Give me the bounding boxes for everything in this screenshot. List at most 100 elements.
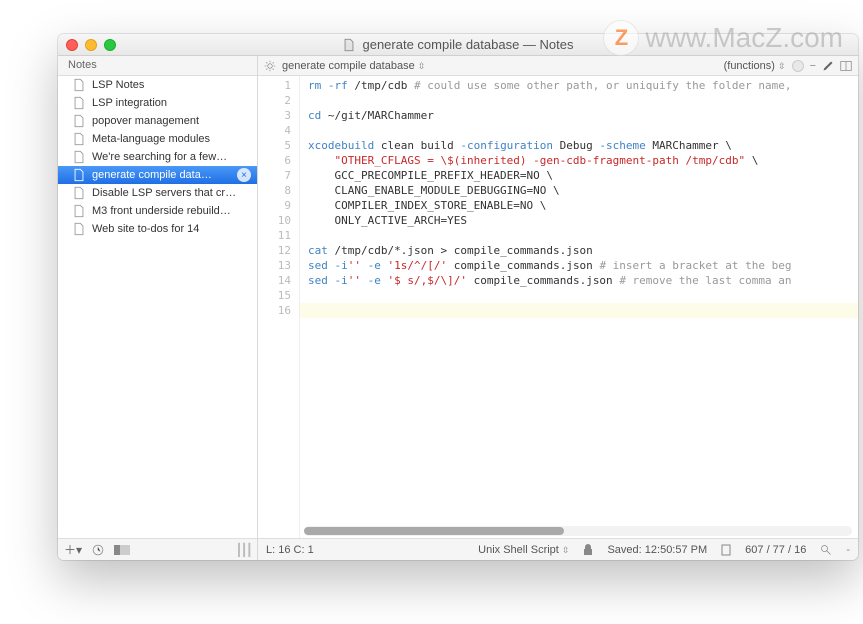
- code-line[interactable]: sed -i'' -e '1s/^/[/' compile_commands.j…: [308, 258, 850, 273]
- path-crumb[interactable]: generate compile database ⇳: [282, 60, 425, 72]
- line-number[interactable]: 10: [258, 213, 291, 228]
- sidebar-item[interactable]: Web site to-dos for 14: [58, 220, 257, 238]
- code-line[interactable]: GCC_PRECOMPILE_PREFIX_HEADER=NO \: [308, 168, 850, 183]
- code-line[interactable]: [308, 288, 850, 303]
- sidebar-item[interactable]: We're searching for a few…: [58, 148, 257, 166]
- sidebar-item[interactable]: Disable LSP servers that cr…: [58, 184, 257, 202]
- sidebar-item[interactable]: M3 front underside rebuild…: [58, 202, 257, 220]
- code-line[interactable]: cat /tmp/cdb/*.json > compile_commands.j…: [308, 243, 850, 258]
- code-line[interactable]: rm -rf /tmp/cdb # could use some other p…: [308, 78, 850, 93]
- code-line[interactable]: cd ~/git/MARChammer: [308, 108, 850, 123]
- sidebar-item-label: We're searching for a few…: [92, 151, 251, 163]
- file-icon: [72, 186, 86, 200]
- code-line[interactable]: [308, 228, 850, 243]
- sidebar-item-label: M3 front underside rebuild…: [92, 205, 251, 217]
- line-number[interactable]: 14: [258, 273, 291, 288]
- sidebar-item-label: Disable LSP servers that cr…: [92, 187, 251, 199]
- view-mode-icon[interactable]: [114, 545, 130, 555]
- code-line[interactable]: [308, 93, 850, 108]
- code-line[interactable]: xcodebuild clean build -configuration De…: [308, 138, 850, 153]
- sidebar-item[interactable]: LSP Notes: [58, 76, 257, 94]
- app-window: generate compile database — Notes Notes …: [58, 34, 858, 560]
- statusbar: L: 16 C: 1 Unix Shell Script ⇳ Saved: 12…: [258, 538, 858, 560]
- sidebar-item[interactable]: generate compile data… ×: [58, 166, 257, 184]
- line-number[interactable]: 5: [258, 138, 291, 153]
- line-number[interactable]: 2: [258, 93, 291, 108]
- line-number[interactable]: 11: [258, 228, 291, 243]
- line-gutter[interactable]: 12345678910111213141516: [258, 76, 300, 538]
- history-icon[interactable]: [92, 544, 104, 556]
- line-number[interactable]: 8: [258, 183, 291, 198]
- sidebar-drag-handle[interactable]: ┃┃┃: [235, 543, 251, 557]
- content-area: Notes LSP Notes LSP integration popover ma…: [58, 56, 858, 560]
- gear-icon[interactable]: [264, 60, 276, 72]
- code-line[interactable]: ONLY_ACTIVE_ARCH=YES: [308, 213, 850, 228]
- sidebar: Notes LSP Notes LSP integration popover ma…: [58, 56, 258, 560]
- chevron-updown-icon: ⇳: [778, 62, 786, 71]
- saved-status: Saved: 12:50:57 PM: [607, 544, 707, 556]
- sidebar-item-label: Meta-language modules: [92, 133, 251, 145]
- sidebar-item[interactable]: LSP integration: [58, 94, 257, 112]
- line-number[interactable]: 7: [258, 168, 291, 183]
- file-icon: [72, 222, 86, 236]
- sidebar-item[interactable]: Meta-language modules: [58, 130, 257, 148]
- sidebar-item-label: generate compile data…: [92, 169, 231, 181]
- file-icon: [72, 150, 86, 164]
- sidebar-item[interactable]: popover management: [58, 112, 257, 130]
- split-view-icon[interactable]: [840, 60, 852, 72]
- line-number[interactable]: 9: [258, 198, 291, 213]
- sidebar-item-label: LSP Notes: [92, 79, 251, 91]
- sidebar-item-label: Web site to-dos for 14: [92, 223, 251, 235]
- code-area[interactable]: rm -rf /tmp/cdb # could use some other p…: [300, 76, 858, 538]
- search-dash: -: [846, 544, 850, 556]
- file-icon: [72, 78, 86, 92]
- file-icon: [72, 132, 86, 146]
- document-stats-icon[interactable]: [721, 544, 731, 556]
- line-number[interactable]: 16: [258, 303, 291, 318]
- horizontal-scrollbar[interactable]: [304, 526, 852, 536]
- chevron-updown-icon: ⇳: [562, 546, 570, 555]
- pencil-icon[interactable]: [822, 60, 834, 72]
- line-number[interactable]: 4: [258, 123, 291, 138]
- line-number[interactable]: 15: [258, 288, 291, 303]
- document-icon: [342, 38, 356, 52]
- z-logo-icon: Z: [603, 20, 639, 56]
- document-counts[interactable]: 607 / 77 / 16: [745, 544, 806, 556]
- code-line[interactable]: [308, 303, 850, 318]
- editor-panel: generate compile database ⇳ (functions) …: [258, 56, 858, 560]
- add-button[interactable]: ＋▾: [64, 541, 82, 558]
- file-icon: [72, 168, 86, 182]
- functions-popup[interactable]: (functions) ⇳: [724, 60, 786, 72]
- code-line[interactable]: COMPILER_INDEX_STORE_ENABLE=NO \: [308, 198, 850, 213]
- watermark-text: www.MacZ.com: [645, 22, 843, 54]
- line-number[interactable]: 1: [258, 78, 291, 93]
- line-number[interactable]: 13: [258, 258, 291, 273]
- sidebar-footer: ＋▾ ┃┃┃: [58, 538, 257, 560]
- cursor-position[interactable]: L: 16 C: 1: [266, 544, 314, 556]
- lock-icon[interactable]: [583, 544, 593, 556]
- sidebar-header: Notes: [58, 56, 257, 76]
- editor-body[interactable]: 12345678910111213141516 rm -rf /tmp/cdb …: [258, 76, 858, 538]
- line-number[interactable]: 3: [258, 108, 291, 123]
- line-number[interactable]: 6: [258, 153, 291, 168]
- language-popup[interactable]: Unix Shell Script ⇳: [478, 544, 569, 556]
- marker-dot[interactable]: [792, 60, 804, 72]
- file-icon: [72, 96, 86, 110]
- code-line[interactable]: "OTHER_CFLAGS = \$(inherited) -gen-cdb-f…: [308, 153, 850, 168]
- minus-button[interactable]: −: [810, 60, 816, 72]
- sidebar-list[interactable]: LSP Notes LSP integration popover manageme…: [58, 76, 257, 538]
- close-icon[interactable]: ×: [237, 168, 251, 182]
- code-line[interactable]: CLANG_ENABLE_MODULE_DEBUGGING=NO \: [308, 183, 850, 198]
- chevron-updown-icon: ⇳: [418, 62, 426, 71]
- line-number[interactable]: 12: [258, 243, 291, 258]
- search-icon[interactable]: [820, 544, 832, 556]
- file-icon: [72, 204, 86, 218]
- code-line[interactable]: sed -i'' -e '$ s/,$/\]/' compile_command…: [308, 273, 850, 288]
- window-title-text: generate compile database — Notes: [362, 37, 573, 52]
- editor-toolbar: generate compile database ⇳ (functions) …: [258, 56, 858, 76]
- file-icon: [72, 114, 86, 128]
- sidebar-item-label: LSP integration: [92, 97, 251, 109]
- code-line[interactable]: [308, 123, 850, 138]
- sidebar-item-label: popover management: [92, 115, 251, 127]
- scrollbar-thumb[interactable]: [304, 527, 564, 535]
